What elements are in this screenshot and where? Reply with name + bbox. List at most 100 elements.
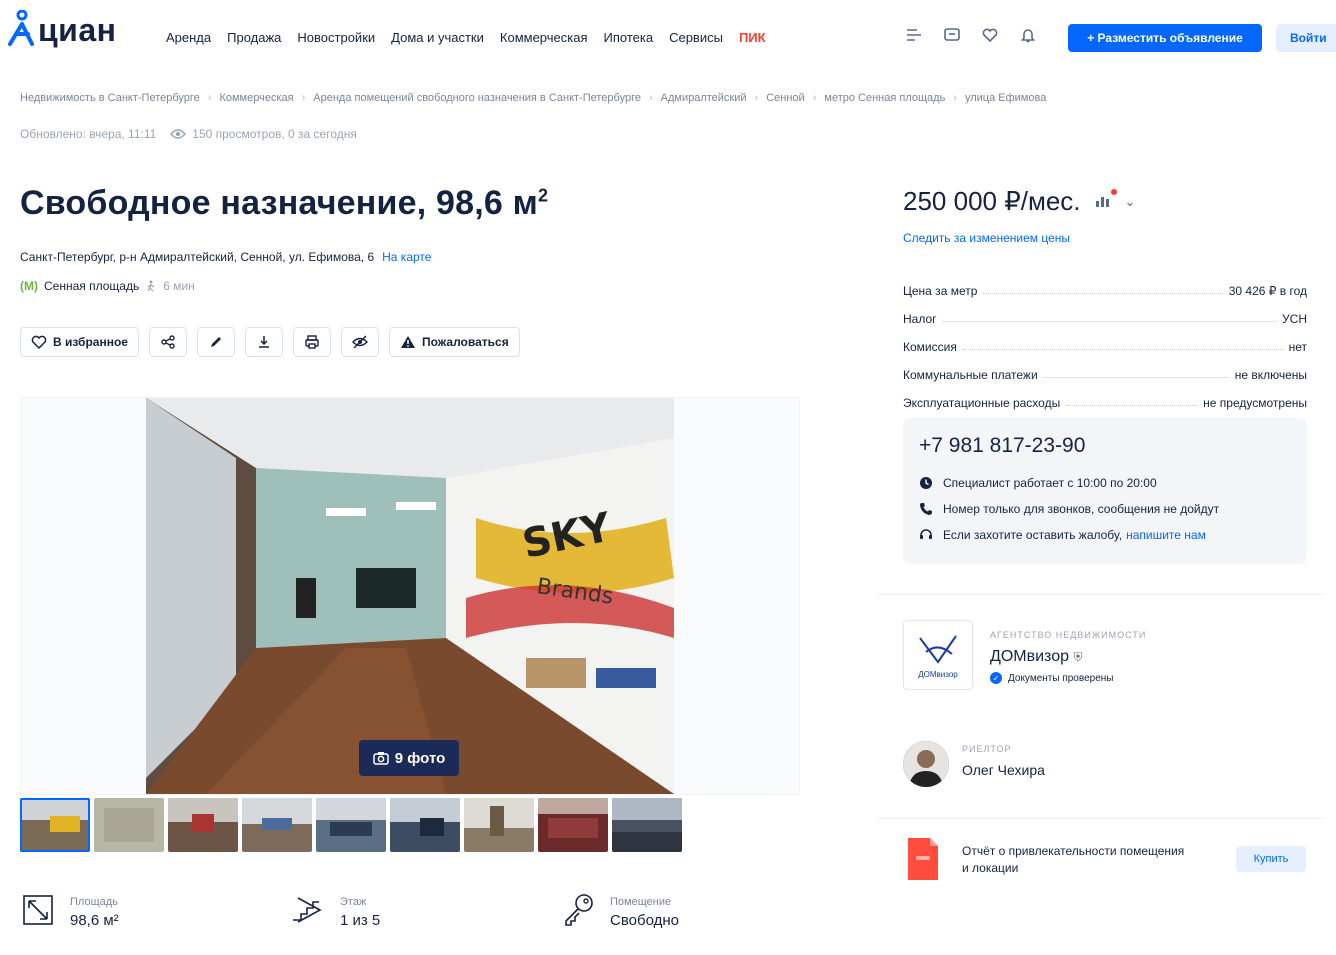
heart-icon[interactable]: [981, 26, 999, 44]
price-row-value: УСН: [1282, 312, 1307, 326]
hide-button[interactable]: [340, 327, 379, 357]
breadcrumb-separator: ›: [754, 92, 759, 104]
stairs-icon: [293, 897, 322, 923]
post-ad-button[interactable]: + Разместить объявление: [1068, 24, 1262, 52]
nav-pik[interactable]: ПИК: [739, 30, 766, 45]
pencil-icon: [210, 337, 221, 347]
realtor-type: РИЕЛТОР: [962, 744, 1012, 754]
follow-price-link[interactable]: Следить за изменением цены: [903, 231, 1070, 245]
thumbnail[interactable]: [612, 798, 682, 852]
complain-button[interactable]: Пожаловаться: [388, 327, 520, 357]
thumbnail[interactable]: [168, 798, 238, 852]
walk-time: 6 мин: [163, 279, 195, 293]
share-icon: [161, 335, 175, 349]
agency-name[interactable]: ДОМвизор ⛨: [990, 648, 1082, 666]
contact-card: +7 981 817-23-90 Специалист работает с 1…: [903, 418, 1307, 564]
thumbnail[interactable]: [94, 798, 164, 852]
chat-icon[interactable]: [943, 26, 961, 44]
title-superscript: 2: [537, 185, 549, 206]
heart-icon: [31, 335, 47, 350]
buy-report-button[interactable]: Купить: [1236, 846, 1306, 872]
thumbnail-strip: [20, 798, 682, 852]
breadcrumb-item[interactable]: Адмиралтейский: [661, 92, 747, 104]
price-history-icon[interactable]: [1095, 189, 1117, 210]
thumbnail[interactable]: [464, 798, 534, 852]
breadcrumb-separator: ›: [812, 92, 817, 104]
location-pin-icon: [8, 10, 34, 46]
listing-params: Площадь 98,6 м² Этаж 1 из 5 Помещение Св…: [20, 890, 830, 929]
share-button[interactable]: [148, 327, 187, 357]
download-button[interactable]: [244, 327, 283, 357]
hours-text: Специалист работает с 10:00 по 20:00: [943, 476, 1157, 490]
breadcrumb-separator: ›: [301, 92, 306, 104]
param-label: Площадь: [70, 896, 118, 908]
camera-icon: [372, 752, 389, 765]
thumbnail[interactable]: [242, 798, 312, 852]
calls-only-text: Номер только для звонков, сообщения не д…: [943, 502, 1220, 516]
bell-icon[interactable]: [1019, 26, 1037, 44]
nav-mortgage[interactable]: Ипотека: [604, 30, 654, 45]
login-button[interactable]: Войти: [1276, 24, 1336, 52]
cian-logo[interactable]: циан: [8, 10, 116, 46]
compare-icon[interactable]: [905, 26, 923, 44]
breadcrumb-separator: ›: [648, 92, 653, 104]
nav-services[interactable]: Сервисы: [669, 30, 723, 45]
breadcrumb-item[interactable]: Сенной: [766, 92, 804, 104]
breadcrumb-item[interactable]: Недвижимость в Санкт-Петербурге: [20, 92, 200, 104]
agency-name-text: ДОМвизор: [990, 648, 1069, 665]
check-badge-icon: ✓: [990, 672, 1002, 684]
print-button[interactable]: [292, 327, 331, 357]
price-row-value: не включены: [1234, 368, 1307, 382]
thumbnail[interactable]: [538, 798, 608, 852]
logo-text: циан: [38, 12, 117, 48]
price-details: Цена за метр 30 426 ₽ в год Налог УСН Коми…: [903, 270, 1307, 410]
photo-count-button[interactable]: 9 фото: [359, 740, 459, 776]
agency-type: АГЕНТСТВО НЕДВИЖИМОСТИ: [990, 630, 1147, 640]
metro-station[interactable]: Сенная площадь: [44, 279, 139, 293]
breadcrumb-item[interactable]: Аренда помещений свободного назначения в…: [313, 92, 641, 104]
thumbnail[interactable]: [20, 798, 90, 852]
thumbnail[interactable]: [316, 798, 386, 852]
price-value: 250 000 ₽/мес.: [903, 186, 1081, 216]
report-document-icon: [908, 838, 938, 880]
param-floor: Этаж 1 из 5: [290, 890, 560, 929]
main-photo[interactable]: SKY Brands: [146, 398, 674, 794]
nav-sale[interactable]: Продажа: [227, 30, 281, 45]
write-us-link[interactable]: напишите нам: [1126, 528, 1206, 542]
nav-rent[interactable]: Аренда: [166, 30, 211, 45]
price-row: Эксплуатационные расходы не предусмотрены: [903, 382, 1307, 410]
favorite-button[interactable]: В избранное: [20, 327, 139, 357]
thumbnail[interactable]: [390, 798, 460, 852]
nav-commercial[interactable]: Коммерческая: [500, 30, 588, 45]
listing-actions: В избранное Пожаловаться: [20, 327, 520, 357]
chevron-down-icon[interactable]: ⌄: [1125, 194, 1136, 210]
breadcrumb-item[interactable]: Коммерческая: [219, 92, 293, 104]
breadcrumb-item[interactable]: улица Ефимова: [965, 92, 1046, 104]
param-label: Этаж: [340, 896, 367, 908]
param-value: Свободно: [610, 912, 679, 929]
price-row-value: не предусмотрены: [1203, 396, 1307, 410]
edit-button[interactable]: [196, 327, 235, 357]
complaint-text: Если захотите оставить жалобу,: [943, 528, 1123, 542]
phone-number[interactable]: +7 981 817-23-90: [919, 434, 1291, 458]
breadcrumb-separator: ›: [953, 92, 957, 104]
metro-info: (M) Сенная площадь 6 мин: [20, 279, 195, 293]
divider: [878, 594, 1324, 595]
documents-verified: ✓ Документы проверены: [990, 672, 1113, 684]
contact-calls-only: Номер только для звонков, сообщения не д…: [919, 502, 1291, 516]
agency-logo[interactable]: ДОМвизор: [903, 620, 973, 690]
warning-icon: [400, 336, 415, 348]
map-link[interactable]: На карте: [382, 250, 431, 264]
realtor-name[interactable]: Олег Чехира: [962, 762, 1045, 778]
nav-new-buildings[interactable]: Новостройки: [297, 30, 375, 45]
report-text: Отчёт о привлекательности помещения и ло…: [962, 844, 1185, 875]
param-label: Помещение: [610, 896, 672, 908]
nav-houses[interactable]: Дома и участки: [391, 30, 484, 45]
price-row: Коммунальные платежи не включены: [903, 354, 1307, 382]
phone-icon: [920, 503, 932, 515]
shield-icon: ⛨: [1073, 650, 1083, 664]
breadcrumb: Недвижимость в Санкт-Петербурге › Коммерч…: [20, 92, 1046, 104]
favorite-label: В избранное: [53, 335, 128, 349]
avatar[interactable]: [903, 741, 949, 787]
breadcrumb-item[interactable]: метро Сенная площадь: [824, 92, 945, 104]
